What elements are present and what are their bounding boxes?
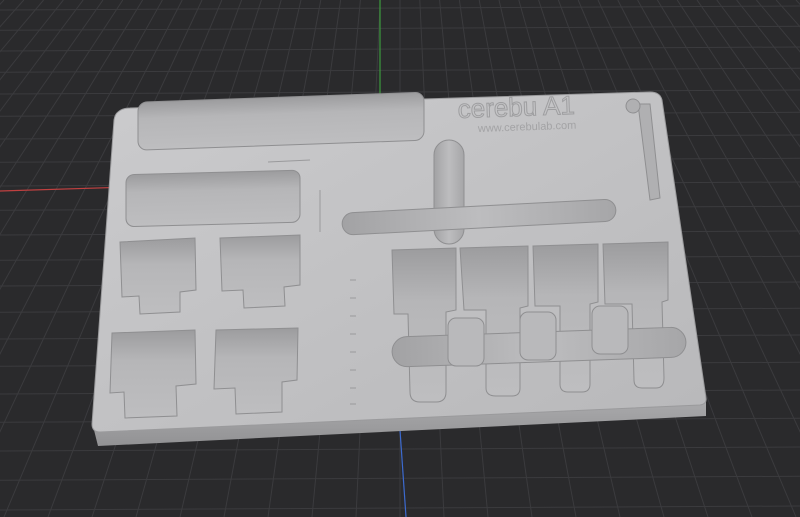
grid-line — [676, 0, 800, 189]
grid-line — [0, 0, 25, 28]
grid-line — [0, 0, 104, 148]
grid-line — [0, 0, 84, 112]
axis-z-line — [399, 429, 407, 517]
pocket-long-top — [137, 92, 425, 151]
keycap-clip-1 — [447, 317, 485, 367]
grid-line — [716, 0, 800, 112]
grid-line — [736, 0, 800, 81]
keycap-clip-3 — [591, 305, 629, 355]
viewport-canvas[interactable]: cerebu A1 www.cerebulab.com — [0, 0, 800, 517]
tray-model[interactable]: cerebu A1 www.cerebulab.com — [91, 89, 707, 446]
grid-line — [0, 0, 64, 81]
grid-line — [696, 0, 800, 148]
pocket-second — [125, 169, 301, 227]
3d-viewport[interactable]: cerebu A1 www.cerebulab.com — [0, 0, 800, 517]
keycap-clip-2 — [519, 311, 557, 361]
pin-hole-right — [625, 98, 641, 114]
engraving-title: cerebu A1 — [457, 90, 575, 124]
grid-line — [775, 0, 800, 28]
